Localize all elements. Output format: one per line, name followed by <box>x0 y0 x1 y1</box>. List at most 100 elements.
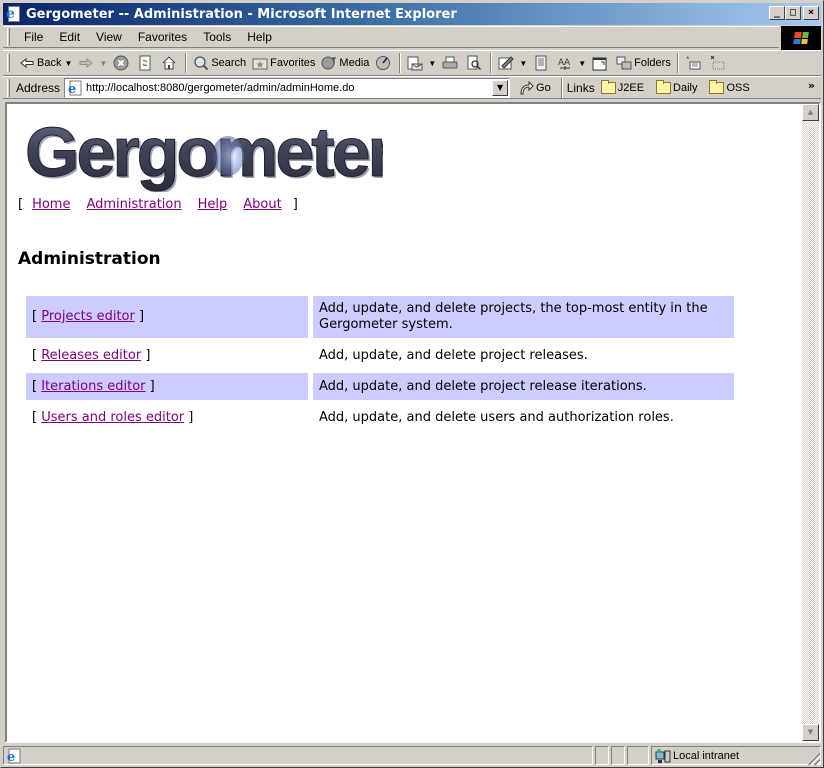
address-input[interactable]: e http://localhost:8080/gergometer/admin… <box>64 77 511 98</box>
menu-tools[interactable]: Tools <box>195 30 239 44</box>
mail-button[interactable]: ▼ <box>404 52 439 74</box>
link-label: Daily <box>673 81 698 94</box>
status-bar: e Local intranet <box>3 745 821 766</box>
discuss-icon <box>535 55 547 71</box>
link-j2ee[interactable]: J2EE <box>600 79 644 94</box>
status-pane-lock <box>611 746 625 765</box>
links-label[interactable]: Links <box>567 81 595 95</box>
link-daily[interactable]: Daily <box>656 79 698 94</box>
history-button[interactable] <box>372 52 396 74</box>
toolbar-separator <box>399 53 402 73</box>
page-heading: Administration <box>18 249 161 269</box>
print-button[interactable] <box>439 52 463 74</box>
home-icon <box>162 56 176 70</box>
media-label: Media <box>339 57 370 69</box>
search-button[interactable]: Search <box>190 52 249 74</box>
new-window-button[interactable] <box>589 52 613 74</box>
edit-dropdown-icon[interactable]: ▼ <box>519 59 527 68</box>
nav-home-link[interactable]: Home <box>32 197 70 212</box>
back-arrow-icon <box>20 57 34 69</box>
close-button[interactable]: × <box>803 6 819 20</box>
search-icon <box>194 56 209 71</box>
link-oss[interactable]: OSS <box>709 79 750 94</box>
editor-link[interactable]: Releases editor <box>41 348 141 363</box>
favorites-button[interactable]: Favorites <box>249 52 318 74</box>
folders-button[interactable]: Folders <box>613 52 674 74</box>
media-icon <box>321 56 337 70</box>
menu-favorites[interactable]: Favorites <box>130 30 195 44</box>
mail-dropdown-icon[interactable]: ▼ <box>428 59 436 68</box>
svg-text:e: e <box>68 82 76 96</box>
toolbar-separator <box>185 53 188 73</box>
menu-help[interactable]: Help <box>239 30 280 44</box>
scroll-down-button[interactable]: ▼ <box>802 724 819 741</box>
menu-edit[interactable]: Edit <box>51 30 88 44</box>
link-label: OSS <box>726 81 750 94</box>
open-bracket: [ <box>32 378 38 394</box>
refresh-button[interactable] <box>134 52 158 74</box>
minimize-button[interactable]: _ <box>769 6 785 20</box>
mail-icon <box>407 56 423 71</box>
status-pane-progress <box>595 746 609 765</box>
editor-row: [ Iterations editor ] Add, update, and de… <box>26 373 734 400</box>
encoding-icon: AA <box>558 58 571 70</box>
stop-button[interactable] <box>110 52 134 74</box>
editor-row: [ Releases editor ] Add, update, and dele… <box>26 342 734 369</box>
resize-grip[interactable] <box>808 753 820 765</box>
nav-close-bracket: ] <box>292 197 298 212</box>
close-bracket: ] <box>139 309 145 324</box>
address-bar: Address e http://localhost:8080/gergomet… <box>3 76 821 99</box>
folders-icon <box>616 56 632 70</box>
encoding-dropdown-icon[interactable]: ▼ <box>578 59 586 68</box>
top-navigation: [ Home Administration Help About ] <box>18 197 298 212</box>
editor-link-cell: [ Iterations editor ] <box>26 373 308 400</box>
nav-about-link[interactable]: About <box>243 197 281 212</box>
editor-link[interactable]: Projects editor <box>41 309 135 324</box>
editor-link-cell: [ Users and roles editor ] <box>26 404 308 431</box>
close-bracket: ] <box>188 409 194 425</box>
folder-icon <box>656 79 672 94</box>
edit-button[interactable]: ▼ <box>495 52 530 74</box>
menu-view[interactable]: View <box>88 30 130 44</box>
scroll-up-button[interactable]: ▲ <box>802 104 819 121</box>
editor-link[interactable]: Users and roles editor <box>41 410 184 425</box>
title-bar: e Gergometer -- Administration - Microso… <box>3 3 821 25</box>
toolbar-grip[interactable] <box>7 28 10 46</box>
discuss-button[interactable] <box>530 52 554 74</box>
go-button[interactable]: Go <box>518 80 551 96</box>
address-dropdown-button[interactable]: ▼ <box>492 79 509 96</box>
menu-file[interactable]: File <box>16 30 51 44</box>
maximize-button[interactable]: □ <box>785 6 801 20</box>
close-bracket: ] <box>145 347 151 363</box>
more-links-chevron-icon[interactable]: » <box>808 79 815 92</box>
back-dropdown-icon[interactable]: ▼ <box>64 59 72 68</box>
forward-dropdown-icon[interactable]: ▼ <box>99 59 107 68</box>
window-title: Gergometer -- Administration - Microsoft… <box>26 6 457 22</box>
local-intranet-icon <box>655 748 671 763</box>
editor-link[interactable]: Iterations editor <box>41 379 145 394</box>
print-preview-button[interactable] <box>463 52 487 74</box>
forward-button[interactable]: ▼ <box>75 52 110 74</box>
highlight-button[interactable] <box>682 52 706 74</box>
logo-image: Gergometer Gergometer <box>25 113 400 194</box>
nav-administration-link[interactable]: Administration <box>86 197 181 212</box>
media-button[interactable]: Media <box>318 52 372 74</box>
address-url[interactable]: http://localhost:8080/gergometer/admin/a… <box>86 82 492 94</box>
editor-description: Add, update, and delete project releases… <box>319 347 588 363</box>
security-zone-pane: Local intranet <box>651 746 821 765</box>
editor-link-cell: [ Projects editor ] <box>26 296 308 338</box>
go-label: Go <box>536 81 551 94</box>
status-pane-privacy <box>627 746 649 765</box>
vertical-scrollbar[interactable]: ▲ ▼ <box>802 104 819 741</box>
open-bracket: [ <box>32 309 38 324</box>
content-viewport: Gergometer Gergometer [ Home Administrat… <box>5 102 821 743</box>
clear-button[interactable] <box>706 52 730 74</box>
nav-help-link[interactable]: Help <box>198 197 228 212</box>
home-button[interactable] <box>158 52 182 74</box>
toolbar-grip[interactable] <box>7 78 10 97</box>
back-button[interactable]: Back ▼ <box>16 52 75 74</box>
encoding-button[interactable]: AA ▼ <box>554 52 589 74</box>
toolbar-separator <box>676 53 679 73</box>
toolbar-grip[interactable] <box>7 54 10 72</box>
history-icon <box>376 56 391 70</box>
